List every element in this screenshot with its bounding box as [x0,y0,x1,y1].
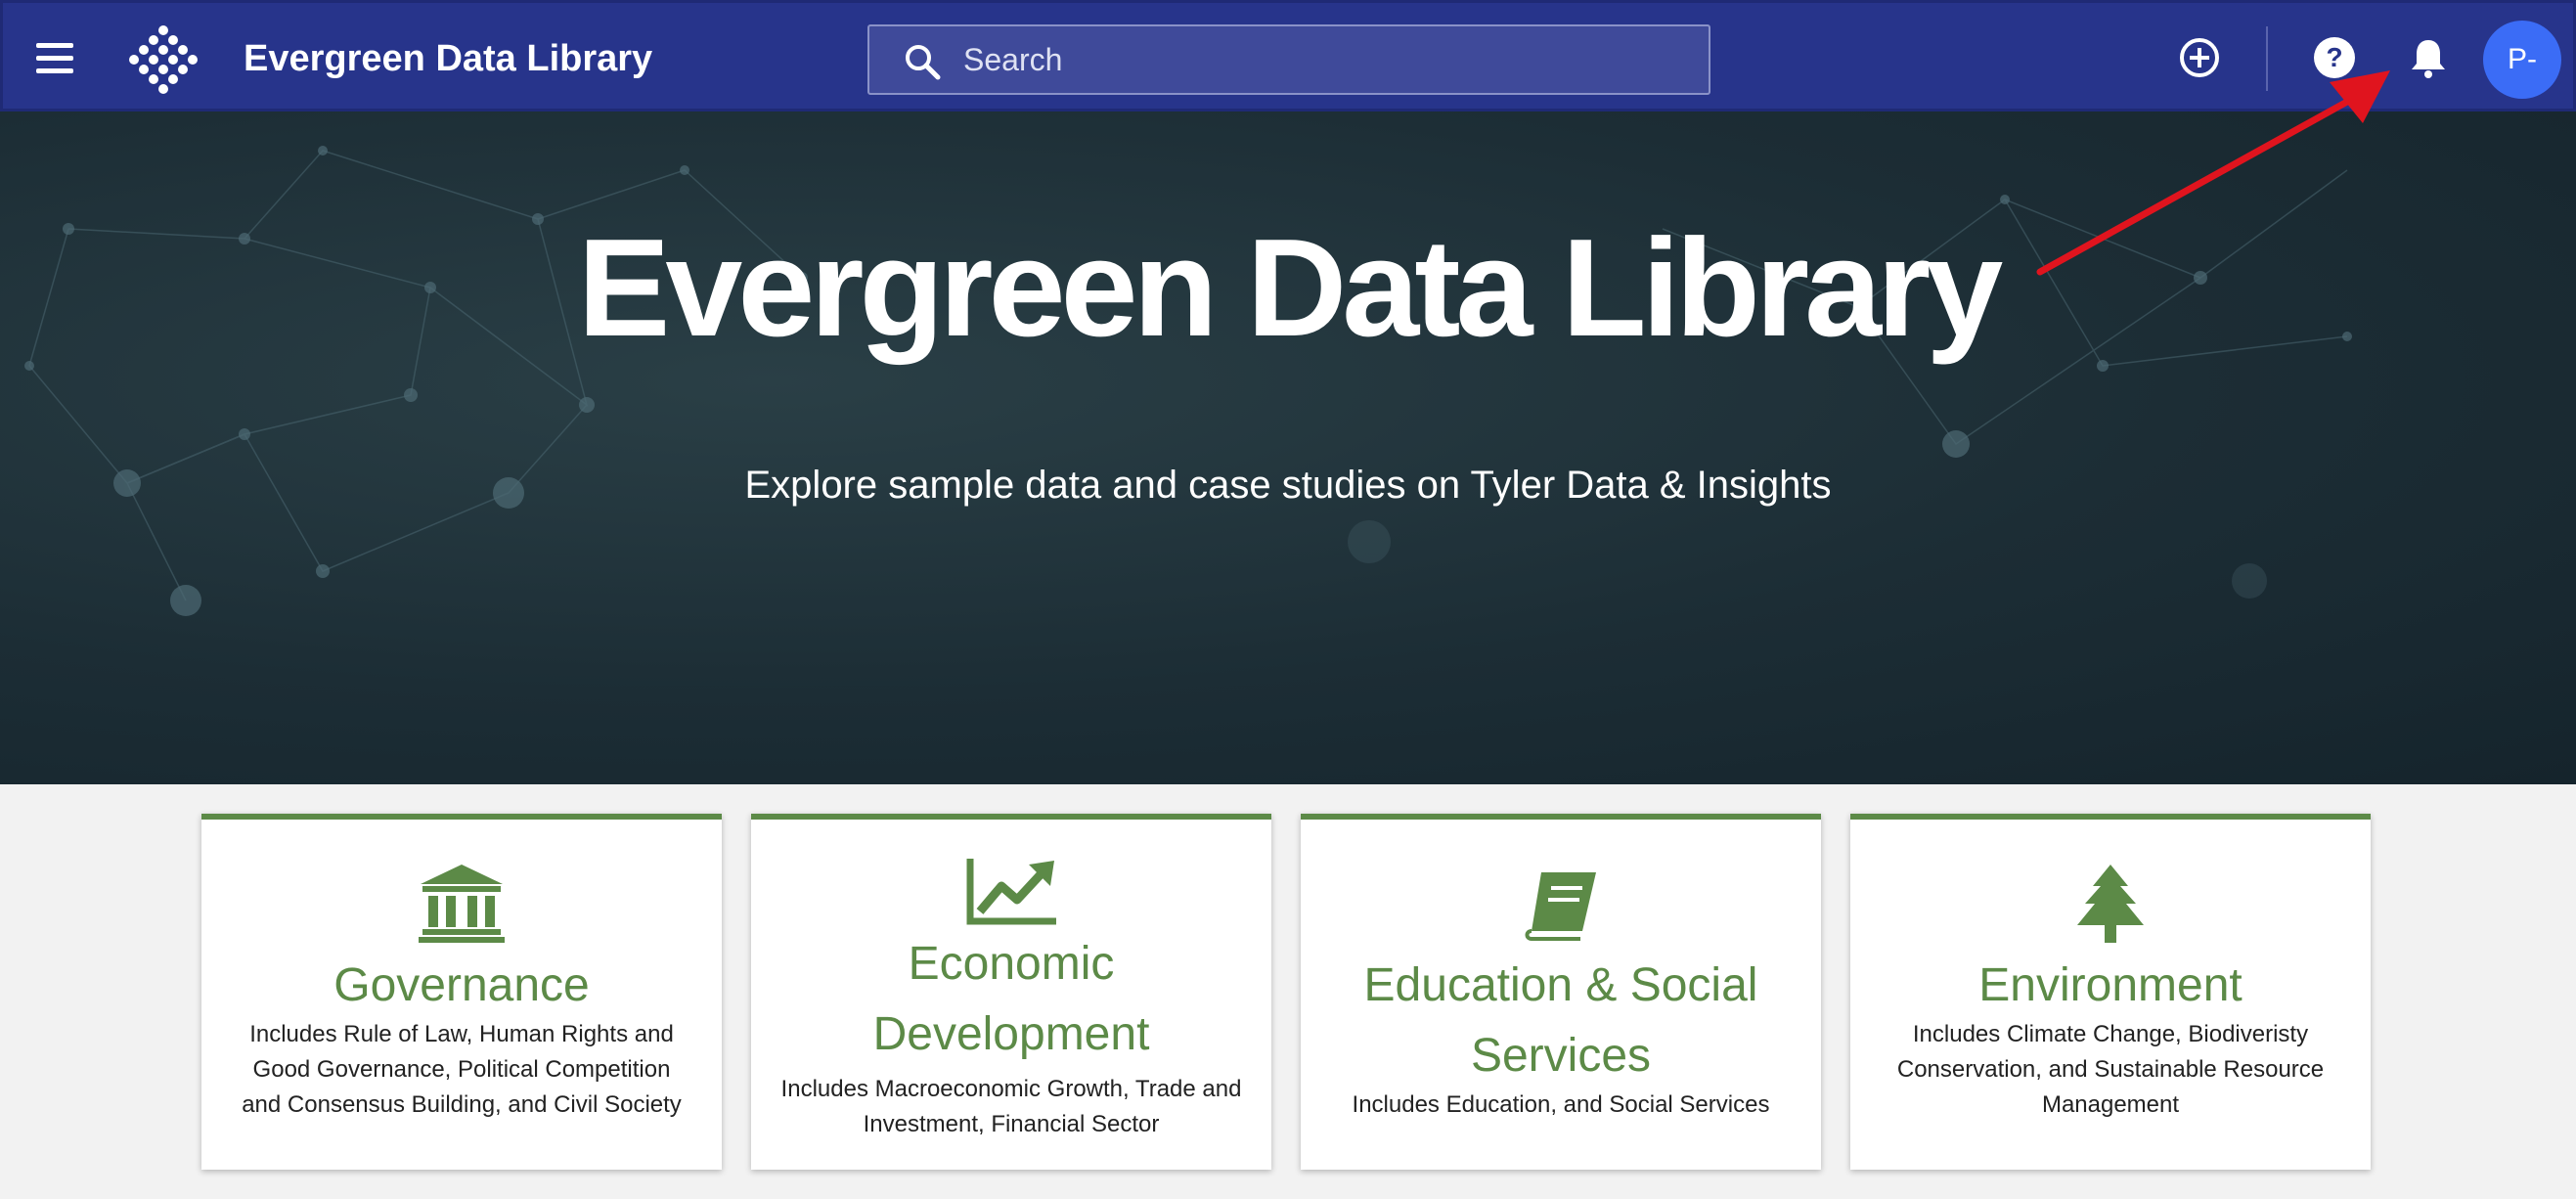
category-description: Includes Education, and Social Services [1352,1091,1770,1118]
category-card-environment[interactable]: Environment Includes Climate Change, Bio… [1850,814,2371,1170]
book-icon [1301,870,1821,941]
hero-title: Evergreen Data Library [577,210,2004,366]
hero-subtitle: Explore sample data and case studies on … [744,464,1832,507]
category-description: Includes Climate Change, Biodiveristy Co… [1896,1021,2325,1118]
svg-text:?: ? [2326,42,2342,72]
hero-banner: Evergreen Data Library Explore sample da… [0,111,2576,784]
chart-line-icon [751,857,1271,927]
toolbar-divider [2266,26,2268,91]
category-card-education-social-services[interactable]: Education & Social Services Includes Edu… [1301,814,1821,1170]
menu-icon[interactable] [30,32,81,83]
app-title[interactable]: Evergreen Data Library [244,32,652,85]
top-navigation-bar: Evergreen Data Library ? P- [0,0,2576,111]
category-card-economic-development[interactable]: Economic Development Includes Macroecono… [751,814,1271,1170]
tree-icon [1850,863,2371,945]
search-input[interactable] [963,26,1687,93]
avatar[interactable]: P- [2483,21,2561,99]
institution-icon [201,863,722,945]
category-title: Economic Development [872,938,1150,1060]
category-title: Governance [333,959,590,1011]
category-title: Environment [1978,959,2243,1011]
category-description: Includes Rule of Law, Human Rights and G… [242,1021,682,1118]
search-icon [906,45,941,80]
search-box[interactable] [867,24,1710,95]
category-title: Education & Social Services [1363,959,1758,1082]
logo-icon[interactable] [126,22,200,97]
help-icon[interactable]: ? [2307,30,2362,85]
add-circle-icon[interactable] [2172,30,2227,85]
category-card-governance[interactable]: Governance Includes Rule of Law, Human R… [201,814,722,1170]
category-description: Includes Macroeconomic Growth, Trade and… [780,1076,1242,1137]
bell-icon[interactable] [2401,30,2456,85]
